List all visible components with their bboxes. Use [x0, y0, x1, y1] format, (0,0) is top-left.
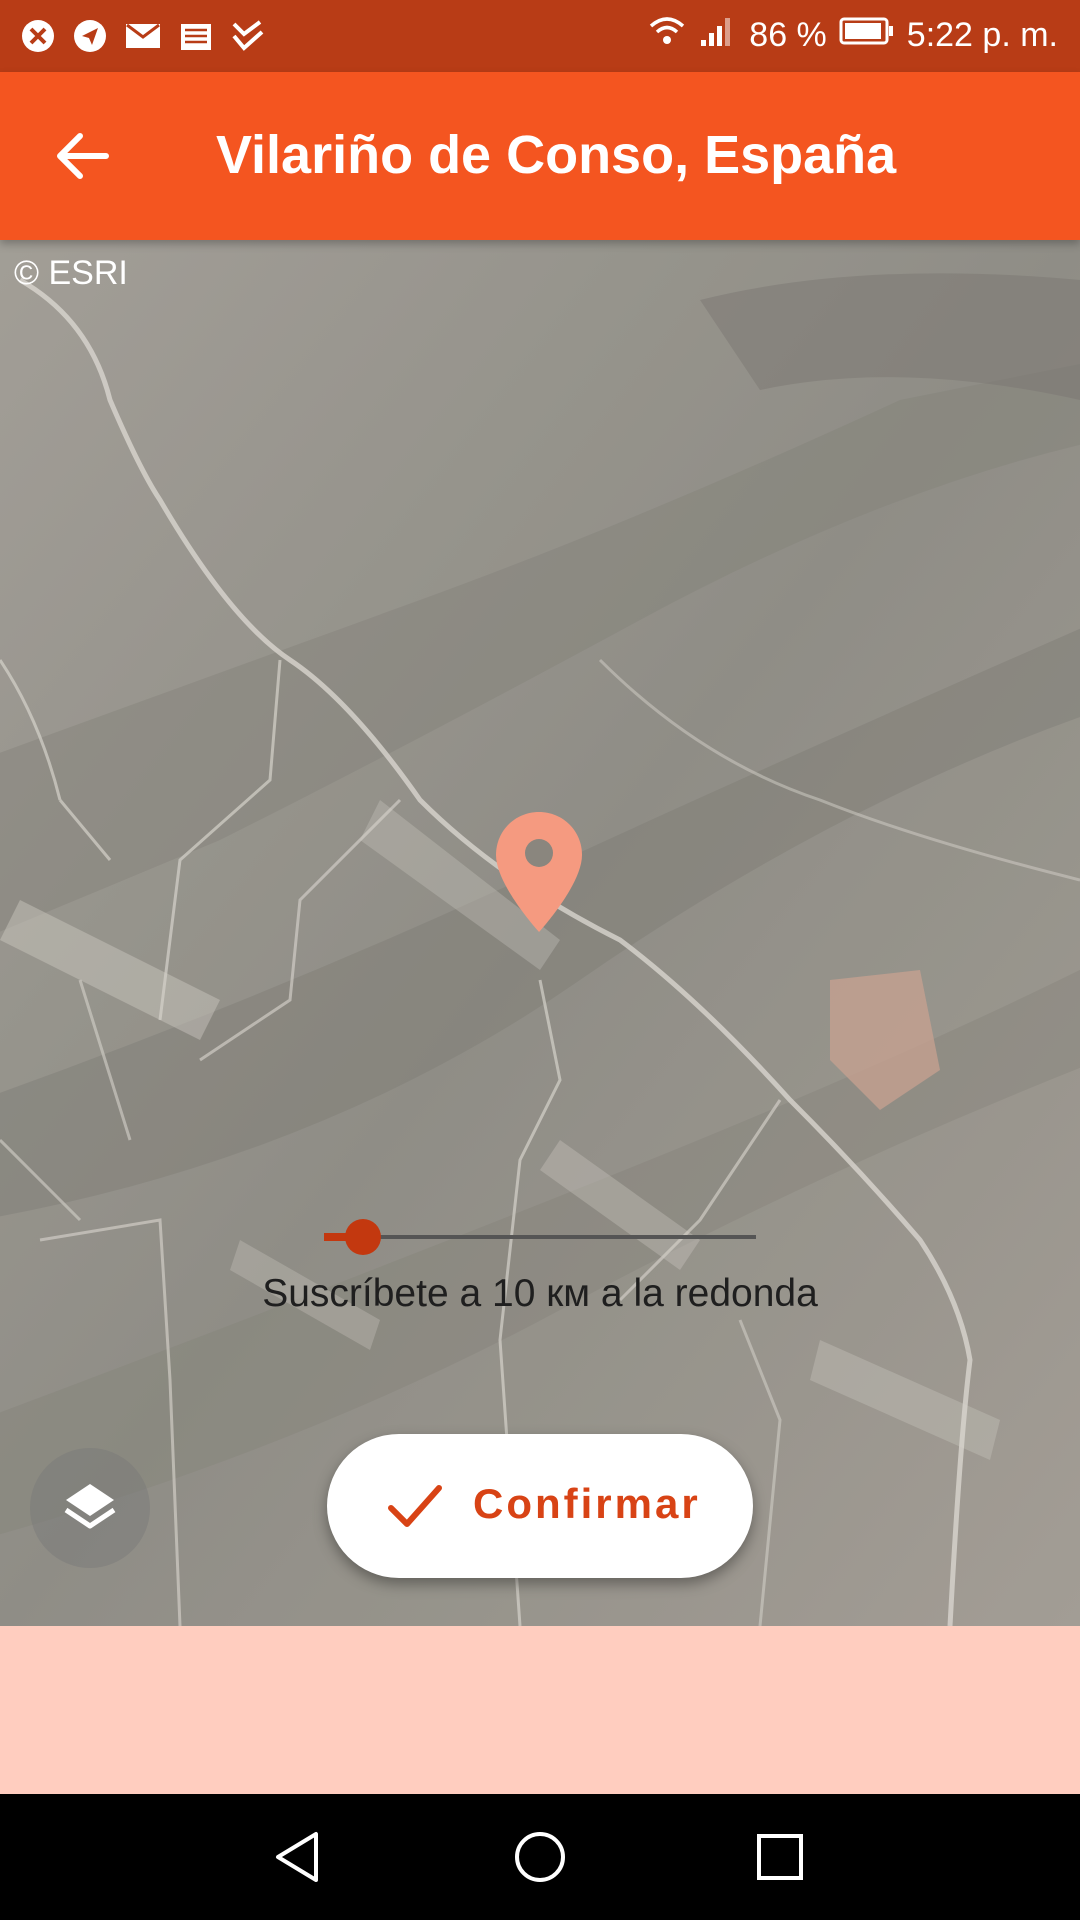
system-status: 86 % 5:22 p. m. [647, 14, 1058, 57]
map-pin-icon [494, 810, 584, 939]
layers-icon [64, 1484, 116, 1529]
nav-home-button[interactable] [505, 1822, 575, 1892]
close-circle-icon [20, 18, 56, 54]
app-bar: Vilariño de Conso, España [0, 72, 1080, 240]
page-title: Vilariño de Conso, España [216, 125, 897, 185]
clock: 5:22 p. m. [906, 16, 1058, 54]
bottom-panel [0, 1626, 1080, 1794]
check-icon [388, 1485, 442, 1527]
radius-label: Suscríbete a 10 км a la redonda [262, 1272, 818, 1315]
confirm-button[interactable]: Confirmar [327, 1434, 753, 1578]
battery-icon [839, 16, 895, 55]
home-circle-icon [515, 1832, 565, 1882]
nav-recents-button[interactable] [745, 1822, 815, 1892]
slider-track [324, 1235, 756, 1239]
map-view[interactable]: © ESRI Suscríbete a 10 км a la redonda C… [0, 240, 1080, 1626]
recents-square-icon [757, 1834, 803, 1880]
arrow-left-icon [57, 133, 109, 179]
status-bar: 86 % 5:22 p. m. [0, 0, 1080, 72]
wifi-icon [647, 14, 687, 57]
system-nav-bar [0, 1794, 1080, 1920]
back-triangle-icon [276, 1832, 318, 1882]
map-attribution: © ESRI [14, 254, 128, 292]
signal-icon [699, 14, 737, 57]
mail-icon [124, 18, 162, 54]
radius-slider[interactable] [324, 1212, 756, 1262]
nav-back-button[interactable] [264, 1822, 334, 1892]
back-button[interactable] [44, 116, 124, 196]
news-icon [178, 18, 214, 54]
send-icon [72, 18, 108, 54]
slider-thumb[interactable] [344, 1219, 381, 1255]
confirm-label: Confirmar [473, 1480, 701, 1527]
layers-button[interactable] [30, 1448, 150, 1568]
battery-text: 86 % [749, 16, 827, 54]
check-icon [230, 18, 266, 54]
notification-icons [20, 18, 266, 54]
